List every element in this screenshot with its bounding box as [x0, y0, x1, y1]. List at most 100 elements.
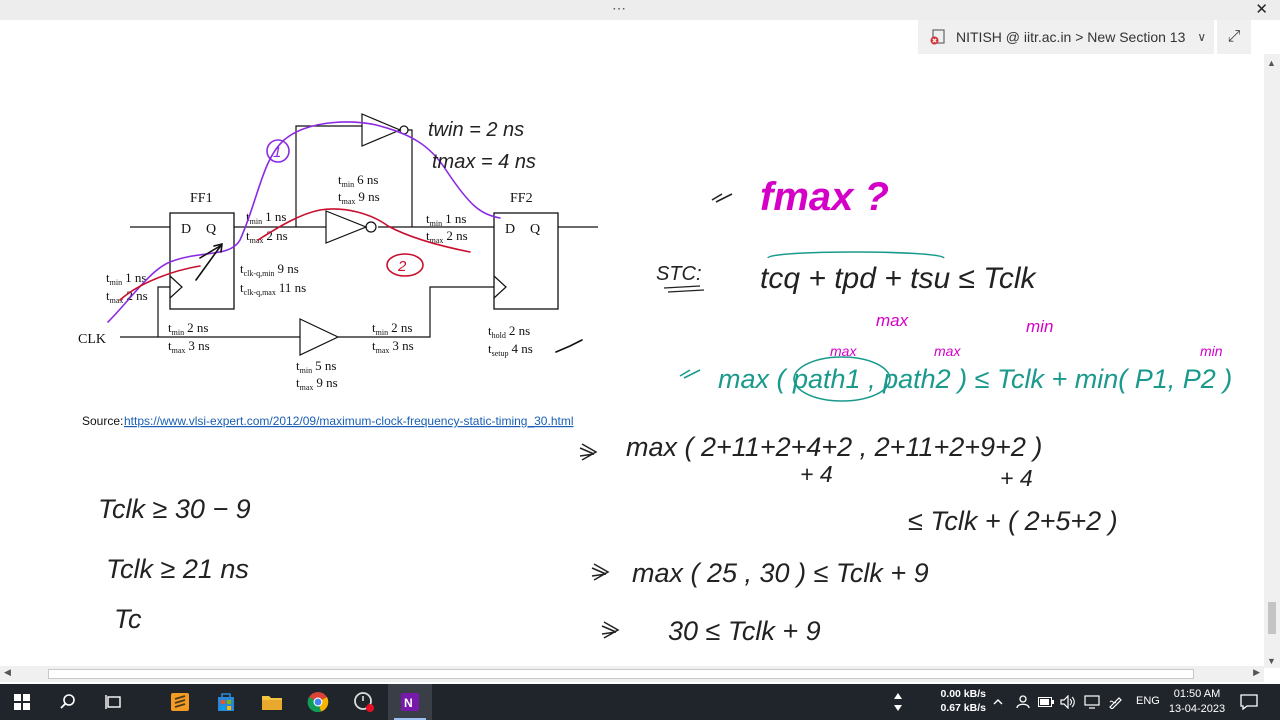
clock-buffer [299, 318, 340, 356]
ff2-label: FF2 [510, 191, 533, 206]
svg-text:tmax3 ns: tmax 3 ns [168, 338, 210, 355]
tray-people[interactable] [1016, 684, 1030, 720]
calc-line-4: 30 ≤ Tclk + 9 [668, 616, 821, 646]
max-label-3: max [934, 343, 961, 359]
calc-line-3: max ( 25 , 30 ) ≤ Tclk + 9 [632, 558, 929, 588]
clock-date: 13-04-2023 [1168, 703, 1226, 715]
svg-text:tmin6 ns: tmin 6 ns [338, 172, 378, 189]
input-language[interactable]: ENG [1136, 695, 1160, 707]
ff2-clock-triangle [493, 275, 507, 299]
calc-line-1-sub2: + 4 [1000, 465, 1033, 491]
taskbar-onenote[interactable]: N [388, 684, 432, 720]
svg-text:tmin2 ns: tmin 2 ns [372, 320, 412, 337]
svg-text:tmax9 ns: tmax 9 ns [338, 189, 380, 206]
pen-icon [1109, 697, 1122, 709]
svg-text:tmax9 ns: tmax 9 ns [296, 375, 338, 392]
chrome-icon [307, 692, 329, 713]
taskbar: N 0.00 kB/s 0.67 kB/s ENG 01:50 AM 13-04… [0, 684, 1280, 720]
scroll-down-icon[interactable]: ▼ [1267, 656, 1276, 666]
store-icon [218, 693, 234, 711]
taskbar-store[interactable] [204, 684, 248, 720]
svg-text:tmax3 ns: tmax 3 ns [372, 338, 414, 355]
svg-text:tclk-q,min9 ns: tclk-q,min 9 ns [240, 261, 299, 278]
recorder-icon [354, 692, 374, 712]
updown-arrows-icon [894, 693, 902, 711]
ff1-box [169, 212, 235, 310]
fmax-note: fmax ? [760, 175, 889, 219]
svg-text:tmin1 ns: tmin 1 ns [246, 209, 286, 226]
tray-overflow[interactable] [992, 684, 1004, 720]
svg-text:N: N [404, 696, 413, 710]
max-label-2: max [830, 343, 857, 359]
ff1-q: Q [206, 222, 216, 237]
inverter [325, 210, 368, 244]
close-icon[interactable]: ✕ [1255, 0, 1268, 18]
ff1-label: FF1 [190, 191, 213, 206]
scroll-left-icon[interactable]: ◀ [4, 667, 11, 678]
people-icon [1016, 695, 1030, 709]
svg-text:tclk-q,max11 ns: tclk-q,max 11 ns [240, 280, 306, 297]
notification-icon [1240, 694, 1258, 710]
stc-label: STC: [656, 263, 702, 285]
network-speed: 0.00 kB/s 0.67 kB/s [926, 687, 986, 715]
path1-marker: 1 [273, 144, 281, 161]
clk-label: CLK [78, 332, 106, 347]
net-upload: 0.00 kB/s [940, 688, 986, 700]
start-button[interactable] [0, 684, 44, 720]
max-label-1: max [876, 311, 909, 330]
clock[interactable]: 01:50 AM 13-04-2023 [1168, 687, 1226, 717]
svg-text:tmin2 ns: tmin 2 ns [168, 320, 208, 337]
note-canvas[interactable]: FF1 D Q FF2 D Q CLK tmin 1 ns tmax 2 ns … [0, 20, 1264, 666]
sublime-text-icon [171, 693, 189, 711]
windows-icon [14, 694, 30, 710]
svg-text:tmin1 ns: tmin 1 ns [426, 211, 466, 228]
tray-display[interactable] [1084, 684, 1100, 720]
more-options-icon[interactable]: ⋯ [612, 0, 627, 17]
min-label-2: min [1200, 343, 1223, 359]
tray-notifications[interactable] [1240, 684, 1258, 720]
svg-text:tmin1 ns: tmin 1 ns [106, 270, 146, 287]
tray-network-activity[interactable] [892, 684, 904, 720]
folder-icon [262, 696, 282, 710]
source-link[interactable]: https://www.vlsi-expert.com/2012/09/maxi… [124, 414, 573, 428]
ff2-box [493, 212, 559, 310]
min-label-1: min [1026, 317, 1053, 336]
tray-volume[interactable] [1060, 684, 1076, 720]
svg-text:tsetup4 ns: tsetup 4 ns [488, 341, 533, 358]
ff2-d: D [505, 222, 515, 237]
onenote-icon: N [401, 693, 419, 711]
task-view-button[interactable] [92, 684, 136, 720]
net-download: 0.67 kB/s [940, 702, 986, 714]
left-line-1: Tclk ≥ 30 − 9 [98, 494, 251, 524]
tray-pen[interactable] [1108, 684, 1124, 720]
ff1-clock-triangle [169, 275, 183, 299]
horizontal-scrollbar[interactable]: ◀ ▶ [0, 666, 1264, 682]
taskbar-sublime[interactable] [158, 684, 202, 720]
svg-text:thold2 ns: thold 2 ns [488, 323, 530, 340]
display-icon [1084, 695, 1100, 709]
taskbar-chrome[interactable] [296, 684, 340, 720]
clock-time: 01:50 AM [1173, 688, 1221, 700]
vertical-scrollbar[interactable]: ▲ ▼ [1264, 54, 1280, 668]
ff2-q: Q [530, 222, 540, 237]
top-tmin-note: twin = 2 ns [428, 119, 524, 141]
window-top-strip: ⋯ ✕ [0, 0, 1280, 20]
taskbar-file-explorer[interactable] [250, 684, 294, 720]
svg-text:tmax2 ns: tmax 2 ns [246, 228, 288, 245]
taskbar-screen-recorder[interactable] [342, 684, 386, 720]
ff1-d: D [181, 222, 191, 237]
scroll-up-icon[interactable]: ▲ [1267, 58, 1276, 68]
top-tmax-note: tmax = 4 ns [432, 151, 536, 173]
calc-line-1-sub1: + 4 [800, 461, 833, 487]
tray-battery[interactable] [1038, 684, 1054, 720]
svg-text:tmin5 ns: tmin 5 ns [296, 358, 336, 375]
horizontal-scroll-thumb[interactable] [48, 669, 1194, 679]
source-label: Source: [82, 414, 123, 428]
search-icon [60, 694, 75, 709]
search-button[interactable] [46, 684, 90, 720]
scroll-right-icon[interactable]: ▶ [1253, 667, 1260, 678]
left-line-3: Tc [114, 604, 142, 634]
general-inequality: max ( path1 , path2 ) ≤ Tclk + min( P1, … [718, 364, 1232, 394]
vertical-scroll-thumb[interactable] [1268, 602, 1276, 634]
task-view-icon [105, 695, 121, 709]
